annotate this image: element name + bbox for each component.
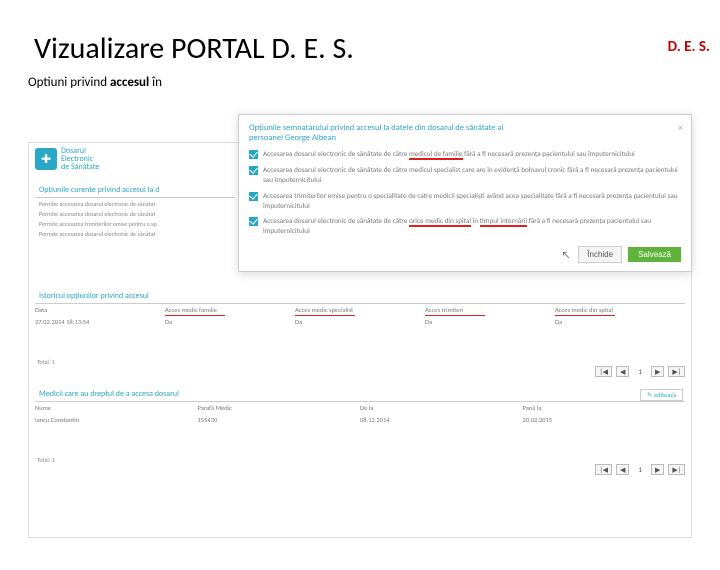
checkbox-label: Accesarea trimiterilor emise pentru o sp… — [263, 191, 681, 210]
cell-from: 08.12.2014 — [360, 416, 523, 424]
subtitle-pre: Optiuni privind — [28, 75, 110, 90]
page-title: Vizualizare PORTAL D. E. S. — [34, 30, 720, 67]
pager-prev-button[interactable]: ◀ — [616, 464, 629, 475]
history-total: Total: 1 — [37, 358, 685, 366]
underline-annotation — [165, 315, 225, 317]
cell-name: Iancu Constantin — [35, 416, 198, 424]
underline-annotation: orice medic din spital — [409, 216, 471, 227]
col-stamp: Parafă Medic — [198, 404, 361, 412]
checkbox-icon[interactable] — [249, 150, 258, 159]
doctors-title: Medicii care au dreptul de a accesa dosa… — [39, 389, 179, 399]
doctors-total: Total: 1 — [37, 456, 685, 464]
option-line: Permite accesarea trimiterilor emise pen… — [39, 220, 235, 228]
table-row: 27.02.2014 18:13:54 Da Da Da Da — [35, 316, 685, 328]
checkbox-icon[interactable] — [249, 166, 258, 175]
edit-button[interactable]: ✎ editează — [640, 389, 683, 401]
doctors-section: Medicii care au dreptul de a accesa dosa… — [35, 381, 685, 475]
underline-annotation: medicul de familie — [409, 149, 463, 160]
col-family: Acces medic familie — [165, 306, 295, 314]
pager-last-button[interactable]: ▶| — [668, 464, 685, 475]
checkbox-row-hospital[interactable]: Accesarea dosarul electronic de sănătate… — [249, 216, 681, 235]
underline-annotation — [425, 315, 485, 317]
subtitle-bold: accesul — [110, 75, 149, 90]
col-date: Data — [35, 306, 165, 314]
col-hospital: Acces medic din spital — [555, 306, 685, 314]
close-icon[interactable]: × — [678, 121, 683, 134]
cell-val: Da — [165, 318, 295, 326]
current-options-section: Opțiunile curente privind accesul la d P… — [35, 177, 235, 240]
cancel-button[interactable]: Închide — [578, 246, 622, 263]
pager-first-button[interactable]: |◀ — [595, 366, 612, 377]
table-row: Iancu Constantin 155430 08.12.2014 20.02… — [35, 414, 685, 426]
pager-first-button[interactable]: |◀ — [595, 464, 612, 475]
history-section: Istoricul opțiunilor privind accesul Dat… — [35, 283, 685, 377]
cell-to: 20.02.2015 — [523, 416, 686, 424]
checkbox-label: Accesarea dosarul electronic de sănătate… — [263, 216, 681, 235]
underline-annotation — [555, 315, 615, 317]
option-line: Permite accesarea dosarul electronic de … — [39, 200, 235, 208]
cell-val: Da — [425, 318, 555, 326]
section-heading-current: Opțiunile curente privind accesul la d — [35, 183, 235, 198]
pager-page-number: 1 — [633, 464, 647, 475]
logo-line: de Sănătate — [61, 163, 99, 171]
history-pager: |◀ ◀ 1 ▶ ▶| — [35, 366, 685, 377]
pager-page-number: 1 — [633, 366, 647, 377]
checkbox-label: Accesarea dosarul electronic de sănătate… — [263, 165, 681, 184]
header-brand: D. E. S. — [668, 38, 710, 56]
modal-footer: ↖ Închide Salvează — [249, 246, 681, 263]
subtitle-post: în — [149, 75, 162, 90]
checkbox-label: Accesarea dosarul electronic de sănătate… — [263, 149, 635, 159]
col-referrals: Acces trimiteri — [425, 306, 555, 314]
pager-next-button[interactable]: ▶ — [651, 464, 664, 475]
option-line: Permite accesarea dosarul electronic de … — [39, 230, 235, 238]
page-subtitle: Optiuni privind accesul în — [28, 75, 720, 90]
pager-prev-button[interactable]: ◀ — [616, 366, 629, 377]
checkbox-row-family-doctor[interactable]: Accesarea dosarul electronic de sănătate… — [249, 149, 681, 159]
section-heading-doctors: Medicii care au dreptul de a accesa dosa… — [35, 387, 685, 402]
modal-title: Opțiunile semnatarului privind accesul l… — [249, 123, 509, 143]
cell-val: Da — [295, 318, 425, 326]
table-header-row: Data Acces medic familie Acces medic spe… — [35, 304, 685, 316]
doctors-pager: |◀ ◀ 1 ▶ ▶| — [35, 464, 685, 475]
pager-next-button[interactable]: ▶ — [651, 366, 664, 377]
checkbox-row-specialist[interactable]: Accesarea dosarul electronic de sănătate… — [249, 165, 681, 184]
cell-date: 27.02.2014 18:13:54 — [35, 318, 165, 326]
col-name: Nume — [35, 404, 198, 412]
folder-medical-icon: ✚ — [35, 148, 57, 170]
col-from: De la — [360, 404, 523, 412]
logo-text: Dosarul Electronic de Sănătate — [61, 147, 99, 171]
col-specialist: Acces medic specialist — [295, 306, 425, 314]
section-heading-history: Istoricul opțiunilor privind accesul — [35, 289, 685, 304]
cell-stamp: 155430 — [198, 416, 361, 424]
app-logo: ✚ Dosarul Electronic de Sănătate — [35, 147, 99, 171]
cell-val: Da — [555, 318, 685, 326]
col-to: Pană la — [523, 404, 686, 412]
access-options-modal: Opțiunile semnatarului privind accesul l… — [238, 114, 692, 272]
checkbox-icon[interactable] — [249, 192, 258, 201]
checkbox-icon[interactable] — [249, 217, 258, 226]
save-button[interactable]: Salvează — [628, 247, 681, 262]
cursor-icon: ↖ — [561, 248, 570, 261]
pager-last-button[interactable]: ▶| — [668, 366, 685, 377]
checkbox-row-referrals[interactable]: Accesarea trimiterilor emise pentru o sp… — [249, 191, 681, 210]
underline-annotation: timpul internării — [480, 216, 527, 227]
table-header-row: Nume Parafă Medic De la Pană la — [35, 402, 685, 414]
underline-annotation — [295, 315, 355, 317]
option-line: Permite accesarea dosarul electronic de … — [39, 210, 235, 218]
